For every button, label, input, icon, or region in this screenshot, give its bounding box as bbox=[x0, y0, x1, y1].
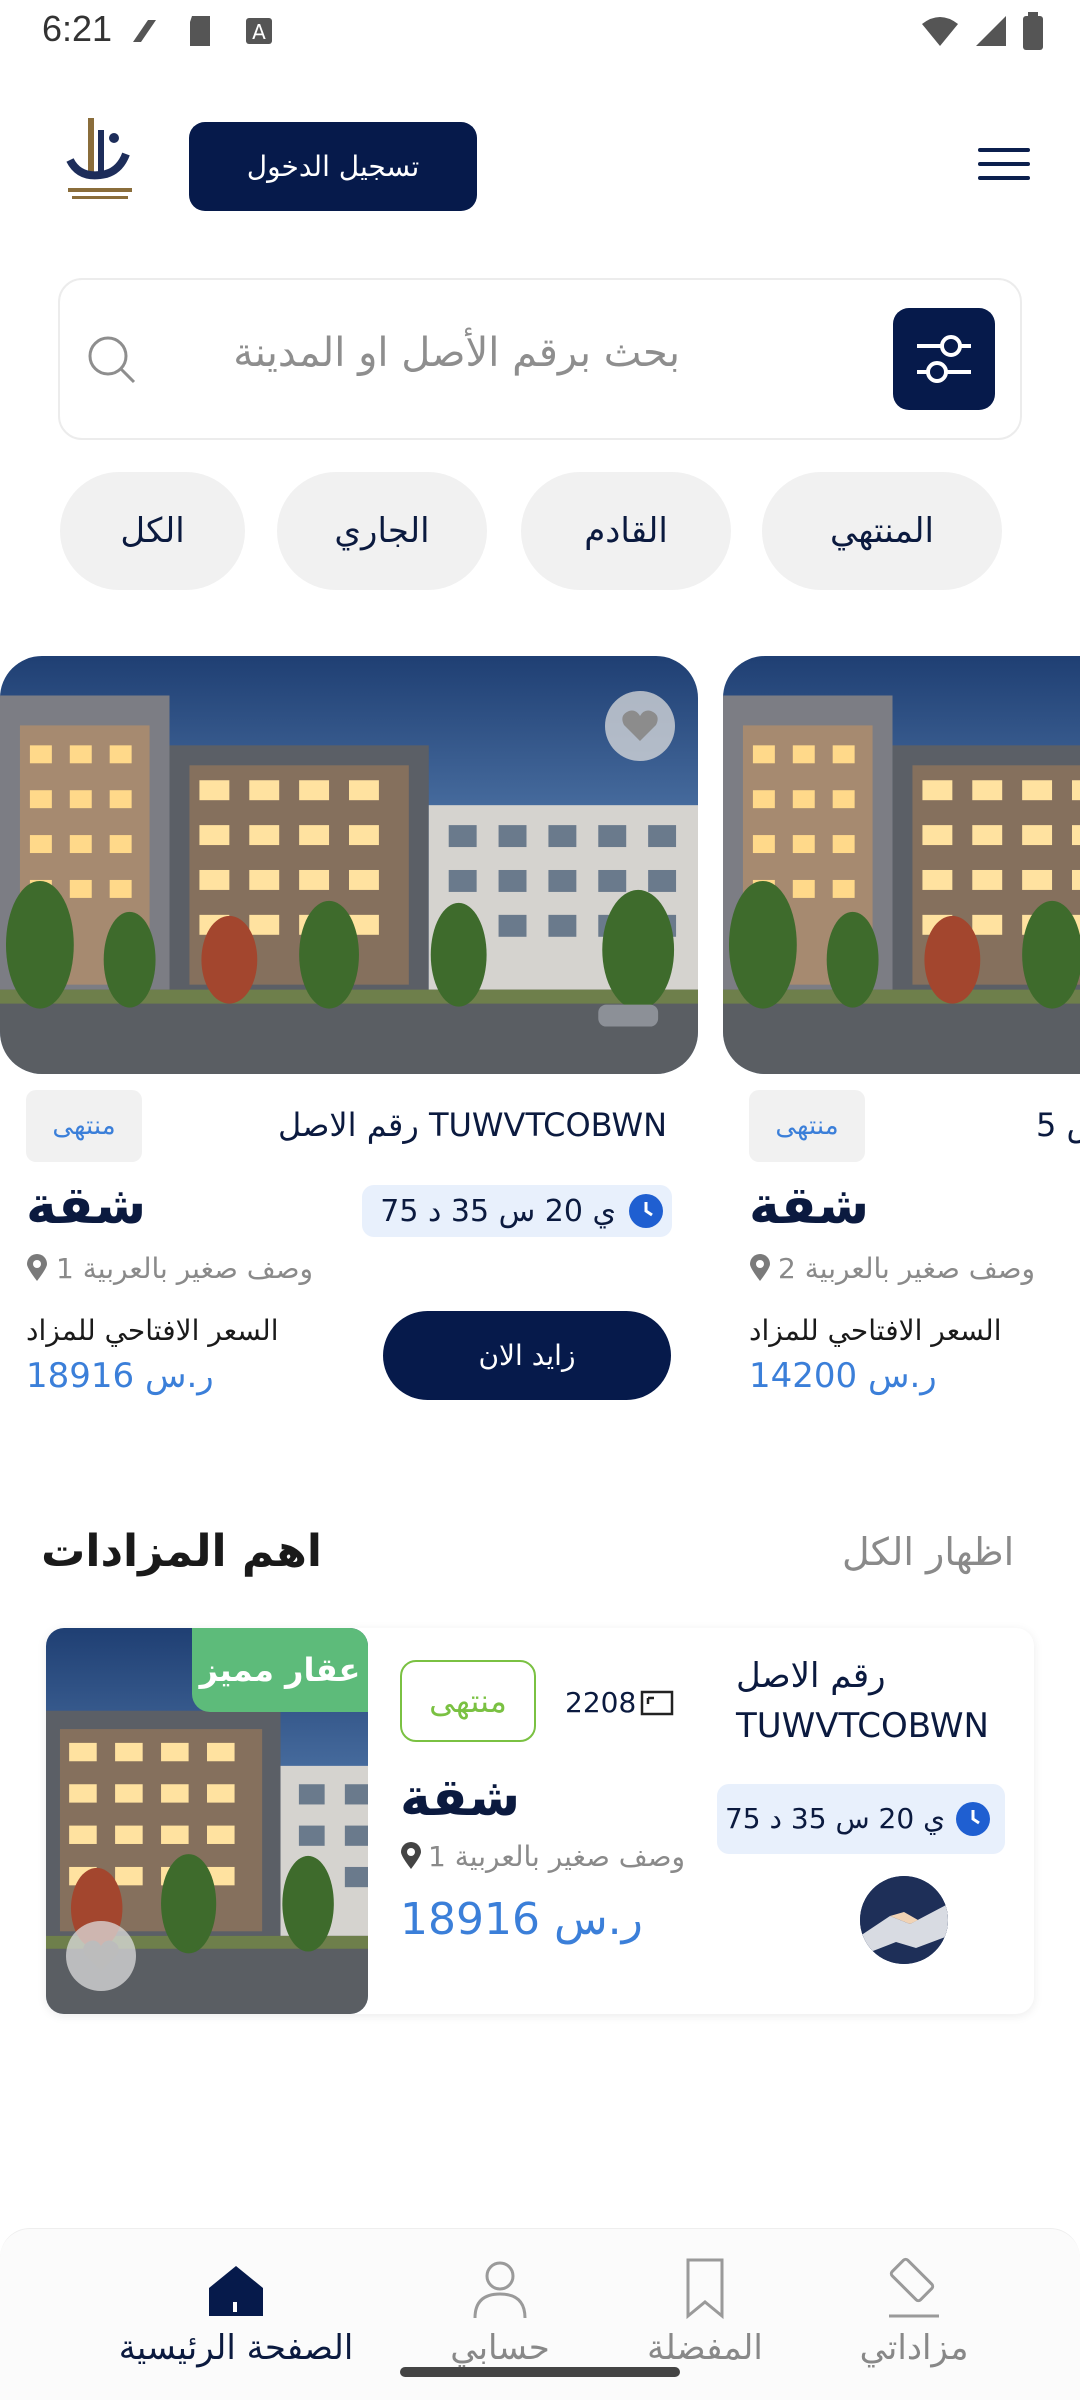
seller-avatar bbox=[860, 1876, 948, 1964]
status-badge: منتهى bbox=[400, 1660, 536, 1742]
signal-icon bbox=[976, 16, 1006, 46]
location-pin-icon bbox=[750, 1254, 770, 1281]
chip-current[interactable]: الجاري bbox=[277, 472, 487, 590]
status-time: 6:21 bbox=[42, 8, 113, 49]
location-text: وصف صغير بالعربية 1 bbox=[56, 1252, 314, 1285]
nav-label: الصفحة الرئيسية bbox=[118, 2328, 354, 2368]
search-icon bbox=[88, 336, 136, 384]
heart-icon bbox=[83, 1940, 119, 1971]
status-badge: منتهى bbox=[26, 1090, 142, 1162]
nav-account[interactable]: حسابي bbox=[380, 2254, 620, 2368]
favorite-button[interactable] bbox=[66, 1921, 136, 1991]
search-placeholder: بحث برقم الأصل او المدينة bbox=[233, 330, 680, 376]
section-title: اهم المزادات bbox=[41, 1526, 322, 1577]
chip-all[interactable]: الكل bbox=[60, 472, 245, 590]
sd-card-icon bbox=[190, 16, 210, 46]
price-value: ر.س 18916 bbox=[26, 1356, 214, 1396]
property-type: شقة bbox=[400, 1768, 521, 1828]
nav-label: مزاداتي bbox=[859, 2328, 969, 2368]
favorite-button[interactable] bbox=[605, 691, 675, 761]
price-value: ر.س 14200 bbox=[749, 1356, 937, 1396]
chip-upcoming[interactable]: القادم bbox=[521, 472, 731, 590]
property-type: شقة bbox=[749, 1176, 870, 1236]
timer-text: ي 20 س 35 د 75 bbox=[380, 1194, 616, 1229]
area-icon bbox=[640, 1690, 674, 1716]
nav-favorites[interactable]: المفضلة bbox=[585, 2254, 825, 2368]
price-label: السعر الافتاحي للمزاد bbox=[749, 1314, 1002, 1347]
property-image bbox=[723, 656, 1080, 1074]
asset-number: رقم الاصل TUWVTCOBWN bbox=[278, 1106, 668, 1144]
keyboard-a-icon: A bbox=[246, 18, 272, 44]
property-type: شقة bbox=[26, 1176, 147, 1236]
location-text: وصف صغير بالعربية 2 bbox=[778, 1252, 1036, 1285]
sliders-icon bbox=[917, 335, 971, 383]
price-value: ر.س 18916 bbox=[400, 1894, 643, 1945]
heart-icon bbox=[622, 710, 658, 741]
home-indicator[interactable] bbox=[400, 2367, 680, 2377]
location-pin-icon bbox=[27, 1254, 47, 1281]
filter-button[interactable] bbox=[893, 308, 995, 410]
battery-icon bbox=[1023, 12, 1043, 50]
asset-number: س 5 bbox=[1036, 1106, 1080, 1144]
nav-home[interactable]: الصفحة الرئيسية bbox=[116, 2254, 356, 2368]
location-text: وصف صغير بالعربية 1 bbox=[428, 1840, 686, 1873]
user-icon bbox=[473, 2261, 527, 2319]
gavel-icon bbox=[889, 2257, 939, 2318]
chip-ended[interactable]: المنتهي bbox=[762, 472, 1002, 590]
nav-label: المفضلة bbox=[647, 2328, 763, 2368]
featured-badge: عقار مميز bbox=[192, 1628, 368, 1712]
price-label: السعر الافتاحي للمزاد bbox=[26, 1314, 279, 1347]
handshake-icon bbox=[860, 1876, 948, 1964]
status-bar: 6:21 A bbox=[0, 0, 1080, 62]
location-pin-icon bbox=[401, 1842, 421, 1869]
home-icon bbox=[209, 2266, 263, 2316]
timer-text: ي 20 س 35 د 75 bbox=[724, 1802, 945, 1835]
clock-icon bbox=[956, 1802, 990, 1836]
show-all-link[interactable]: اظهار الكل bbox=[842, 1530, 1014, 1574]
clock-icon bbox=[629, 1194, 663, 1228]
wifi-icon bbox=[922, 17, 958, 46]
no-sim-icon bbox=[133, 20, 156, 42]
menu-icon[interactable] bbox=[978, 148, 1030, 184]
countdown-timer: ي 20 س 35 د 75 bbox=[362, 1185, 672, 1237]
asset-code: TUWVTCOBWN bbox=[736, 1706, 989, 1746]
nav-my-auctions[interactable]: مزاداتي bbox=[794, 2254, 1034, 2368]
property-image bbox=[0, 656, 698, 1074]
bookmark-icon bbox=[686, 2258, 724, 2320]
app-logo bbox=[60, 110, 140, 210]
bid-now-button[interactable]: زايد الان bbox=[383, 1311, 671, 1400]
nav-label: حسابي bbox=[450, 2328, 550, 2368]
login-button[interactable]: تسجيل الدخول bbox=[189, 122, 477, 211]
countdown-timer: ي 20 س 35 د 75 bbox=[717, 1784, 1005, 1854]
svg-text:A: A bbox=[252, 20, 266, 44]
area-value: 2208 bbox=[565, 1686, 637, 1719]
asset-label: رقم الاصل bbox=[736, 1656, 886, 1696]
status-badge: منتهى bbox=[749, 1090, 865, 1162]
